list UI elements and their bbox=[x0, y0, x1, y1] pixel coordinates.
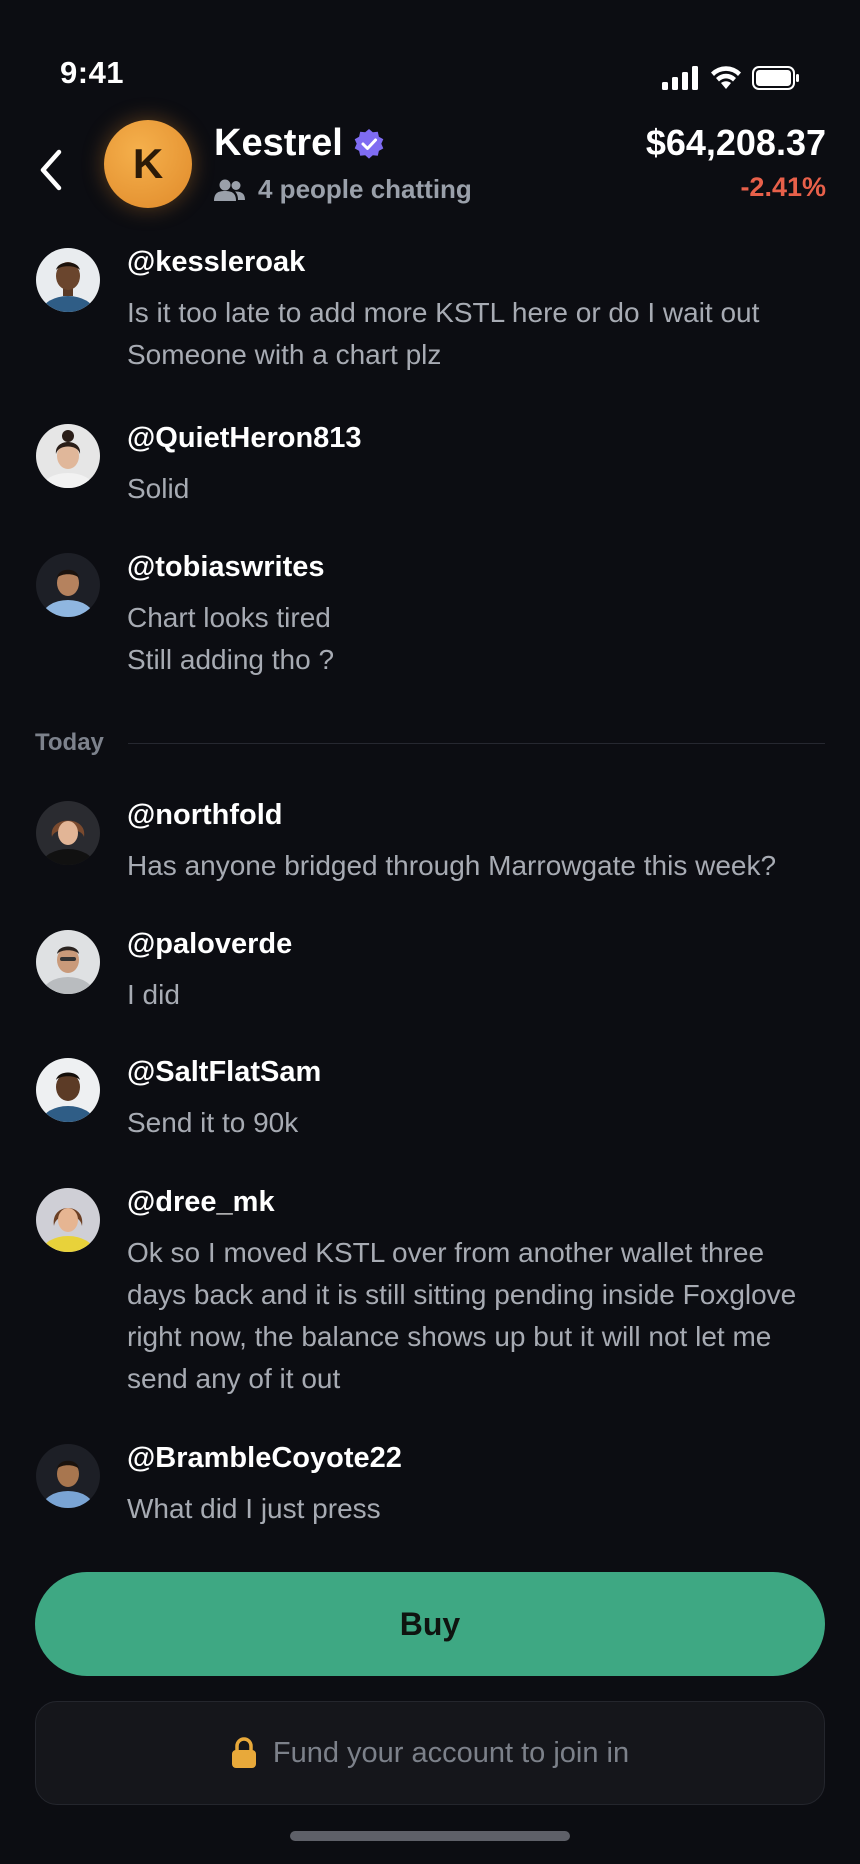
message-handle[interactable]: @kessleroak bbox=[127, 246, 305, 279]
avatar[interactable] bbox=[36, 1444, 100, 1508]
avatar[interactable] bbox=[36, 248, 100, 312]
fund-account-label: Fund your account to join in bbox=[272, 1736, 630, 1769]
message-text: Chart looks tired Still adding tho ? bbox=[127, 602, 335, 675]
status-bar: 9:41 bbox=[0, 0, 860, 110]
status-icons bbox=[662, 66, 800, 90]
battery-icon bbox=[752, 66, 799, 90]
date-divider: Today bbox=[35, 728, 825, 758]
date-divider-label: Today bbox=[35, 729, 104, 756]
message-text: Is it too late to add more KSTL here or … bbox=[127, 297, 760, 370]
message-text: Send it to 90k bbox=[127, 1107, 299, 1138]
token-name: Kestrel bbox=[214, 122, 343, 164]
message-handle[interactable]: @tobiaswrites bbox=[127, 551, 325, 584]
message-handle[interactable]: @SaltFlatSam bbox=[127, 1056, 321, 1089]
token-initial: K bbox=[132, 140, 164, 187]
avatar[interactable] bbox=[36, 553, 100, 617]
chevron-left-icon bbox=[40, 149, 62, 191]
avatar[interactable] bbox=[36, 1188, 100, 1252]
message-text: Ok so I moved KSTL over from another wal… bbox=[127, 1237, 797, 1394]
status-time: 9:41 bbox=[60, 55, 125, 90]
back-button[interactable] bbox=[30, 140, 70, 200]
home-indicator[interactable] bbox=[290, 1831, 570, 1841]
message-handle[interactable]: @paloverde bbox=[127, 928, 292, 961]
avatar[interactable] bbox=[36, 1058, 100, 1122]
message-text: What did I just press bbox=[127, 1493, 381, 1524]
price-change: -2.41% bbox=[740, 172, 826, 202]
avatar[interactable] bbox=[36, 930, 100, 994]
token-name-row: Kestrel bbox=[214, 122, 385, 165]
divider-line bbox=[127, 742, 825, 744]
message-handle[interactable]: @dree_mk bbox=[127, 1186, 275, 1219]
token-avatar[interactable]: K bbox=[104, 120, 192, 208]
verified-badge-icon bbox=[354, 128, 384, 159]
token-price: $64,208.37 bbox=[645, 122, 826, 163]
chat-header: K Kestrel 4 people chatting $64,208.37 -… bbox=[0, 110, 860, 230]
avatar[interactable] bbox=[36, 424, 100, 488]
lock-icon bbox=[231, 1737, 256, 1768]
message-text: Solid bbox=[127, 473, 190, 504]
message-handle[interactable]: @BrambleCoyote22 bbox=[127, 1442, 402, 1475]
chatting-count: 4 people chatting bbox=[214, 174, 472, 205]
signal-icon bbox=[662, 66, 698, 90]
fund-account-prompt[interactable]: Fund your account to join in bbox=[35, 1701, 825, 1805]
chatting-text: 4 people chatting bbox=[258, 174, 472, 204]
buy-button[interactable]: Buy bbox=[35, 1572, 825, 1676]
people-icon bbox=[214, 179, 245, 201]
message-text: I did bbox=[127, 979, 180, 1010]
message-handle[interactable]: @northfold bbox=[127, 799, 283, 832]
message-text: Has anyone bridged through Marrowgate th… bbox=[127, 850, 777, 881]
wifi-icon bbox=[711, 66, 741, 89]
avatar[interactable] bbox=[36, 801, 100, 865]
message-handle[interactable]: @QuietHeron813 bbox=[127, 422, 362, 455]
